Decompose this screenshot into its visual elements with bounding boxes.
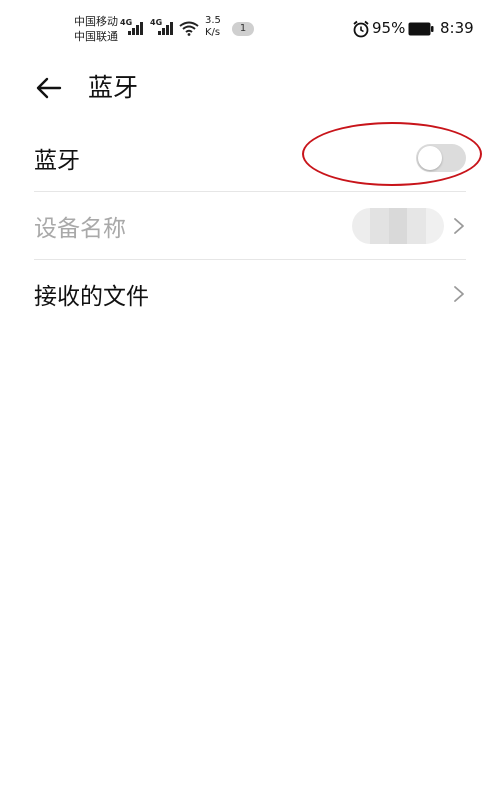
received-files-label: 接收的文件 [34,284,149,310]
carrier-2: 中国联通 [74,30,118,43]
signal-icon: 4G [120,18,146,36]
network-speed: 3.5 K/s [205,15,221,39]
app-header: 蓝牙 [0,56,500,118]
bluetooth-settings-screen: 中国移动 中国联通 4G 4G 3.5 K/s 1 95% 8:39 蓝牙 蓝牙… [0,0,500,811]
divider [34,191,466,192]
wifi-icon [179,21,199,36]
network-speed-unit: K/s [205,27,221,38]
bluetooth-switch[interactable] [416,144,466,172]
network-speed-value: 3.5 [205,15,221,26]
battery-percent: 95% [372,19,406,37]
page-title: 蓝牙 [88,73,139,102]
clock-time: 8:39 [440,19,474,37]
carrier-1: 中国移动 [74,15,118,28]
device-name-value-obscured [352,208,444,244]
signal-icon: 4G [150,18,176,36]
chevron-right-icon [454,218,464,234]
switch-knob [418,146,442,170]
notification-count-badge: 1 [232,22,254,36]
divider [34,259,466,260]
alarm-icon [353,20,369,38]
device-name-label: 设备名称 [34,216,126,242]
carrier-info: 中国移动 中国联通 [74,14,118,44]
bluetooth-toggle-row[interactable]: 蓝牙 [34,125,466,191]
battery-icon [408,22,434,36]
status-bar: 中国移动 中国联通 4G 4G 3.5 K/s 1 95% 8:39 [0,0,500,56]
received-files-row[interactable]: 接收的文件 [34,261,466,327]
chevron-right-icon [454,286,464,302]
bluetooth-label: 蓝牙 [34,148,80,174]
arrow-left-icon[interactable] [30,70,66,106]
device-name-row[interactable]: 设备名称 [34,193,466,259]
